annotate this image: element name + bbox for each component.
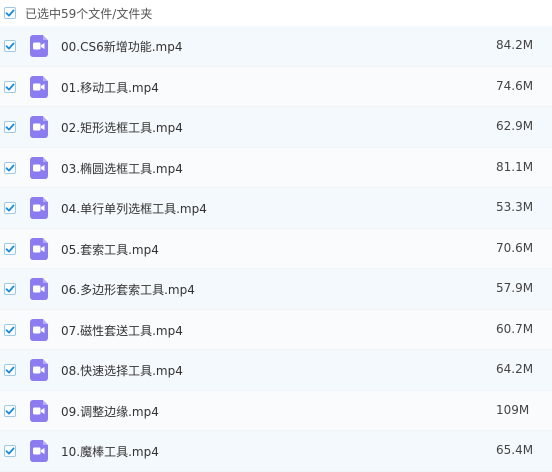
file-size: 62.9M (496, 119, 534, 133)
video-file-icon (30, 116, 48, 138)
checkmark-icon (5, 245, 15, 252)
file-name[interactable]: 09.调整边缘.mp4 (61, 403, 159, 420)
file-list-panel: 已选中59个文件/文件夹 00.CS6新增功能.mp4 84.2M 01.移动工具.… (0, 0, 552, 472)
video-camera-icon (33, 245, 45, 252)
video-file-icon (30, 35, 48, 57)
file-checkbox[interactable] (4, 445, 16, 457)
video-file-icon (30, 237, 48, 260)
video-file-icon (30, 359, 48, 381)
video-camera-icon (33, 407, 45, 414)
file-checkbox[interactable] (4, 40, 16, 52)
checkmark-icon (5, 83, 15, 90)
checkmark-icon (5, 123, 15, 131)
file-row[interactable]: 09.调整边缘.mp4 109M (0, 390, 552, 431)
file-row[interactable]: 04.单行单列选框工具.mp4 53.3M (0, 188, 552, 229)
file-checkbox[interactable] (4, 121, 16, 133)
file-size: 57.9M (496, 281, 534, 295)
file-checkbox[interactable] (4, 323, 16, 336)
file-name[interactable]: 01.移动工具.mp4 (61, 79, 159, 96)
checkmark-icon (5, 366, 15, 374)
file-row[interactable]: 07.磁性套送工具.mp4 60.7M (0, 309, 552, 350)
video-camera-icon (33, 123, 45, 131)
file-checkbox[interactable] (4, 364, 16, 376)
file-row[interactable]: 01.移动工具.mp4 74.6M (0, 66, 552, 107)
file-checkbox[interactable] (4, 80, 16, 93)
select-all-checkbox[interactable] (4, 7, 16, 19)
file-checkbox[interactable] (4, 242, 16, 255)
video-camera-icon (33, 204, 45, 212)
video-file-icon (30, 440, 48, 462)
checkmark-icon (5, 164, 15, 171)
checkmark-icon (5, 447, 15, 455)
video-camera-icon (33, 83, 45, 90)
file-row[interactable]: 05.套索工具.mp4 70.6M (0, 228, 552, 269)
file-size: 70.6M (496, 240, 534, 255)
video-camera-icon (33, 42, 45, 50)
file-name[interactable]: 04.单行单列选框工具.mp4 (61, 200, 207, 217)
video-file-icon (30, 318, 48, 341)
file-checkbox[interactable] (4, 161, 16, 174)
file-checkbox[interactable] (4, 404, 16, 417)
file-name[interactable]: 05.套索工具.mp4 (61, 241, 159, 258)
file-row[interactable]: 03.椭圆选框工具.mp4 81.1M (0, 147, 552, 188)
video-file-icon (30, 156, 48, 179)
file-size: 84.2M (496, 38, 534, 52)
file-name[interactable]: 07.磁性套送工具.mp4 (61, 322, 183, 339)
file-row[interactable]: 06.多边形套索工具.mp4 57.9M (0, 269, 552, 310)
file-size: 109M (496, 402, 530, 417)
file-name[interactable]: 02.矩形选框工具.mp4 (61, 119, 183, 136)
file-name[interactable]: 08.快速选择工具.mp4 (61, 362, 183, 379)
file-size: 53.3M (496, 200, 534, 214)
video-file-icon (30, 197, 48, 219)
file-checkbox[interactable] (4, 202, 16, 214)
video-file-icon (30, 278, 48, 300)
file-name[interactable]: 10.魔棒工具.mp4 (61, 443, 159, 460)
file-size: 60.7M (496, 321, 534, 336)
checkmark-icon (5, 407, 15, 414)
file-row[interactable]: 10.魔棒工具.mp4 65.4M (0, 431, 552, 472)
video-camera-icon (33, 326, 45, 333)
selection-header: 已选中59个文件/文件夹 (0, 0, 552, 26)
video-camera-icon (33, 447, 45, 455)
checkmark-icon (5, 285, 15, 293)
selection-count-text: 已选中59个文件/文件夹 (25, 6, 153, 21)
file-name[interactable]: 03.椭圆选框工具.mp4 (61, 160, 183, 177)
checkmark-icon (5, 326, 15, 333)
file-size: 64.2M (496, 362, 534, 376)
file-list: 00.CS6新增功能.mp4 84.2M 01.移动工具.mp4 74.6M 02.矩形… (0, 26, 552, 472)
video-file-icon (30, 399, 48, 422)
checkmark-icon (5, 204, 15, 212)
checkmark-icon (5, 42, 15, 50)
video-file-icon (30, 75, 48, 98)
video-camera-icon (33, 164, 45, 171)
video-camera-icon (33, 366, 45, 374)
file-size: 65.4M (496, 443, 534, 457)
video-camera-icon (33, 285, 45, 293)
file-row[interactable]: 02.矩形选框工具.mp4 62.9M (0, 107, 552, 148)
file-name[interactable]: 00.CS6新增功能.mp4 (61, 38, 182, 55)
file-size: 74.6M (496, 78, 534, 93)
checkmark-icon (5, 9, 15, 17)
file-size: 81.1M (496, 159, 534, 174)
file-row[interactable]: 08.快速选择工具.mp4 64.2M (0, 350, 552, 391)
file-name[interactable]: 06.多边形套索工具.mp4 (61, 281, 195, 298)
file-checkbox[interactable] (4, 283, 16, 295)
file-row[interactable]: 00.CS6新增功能.mp4 84.2M (0, 26, 552, 67)
